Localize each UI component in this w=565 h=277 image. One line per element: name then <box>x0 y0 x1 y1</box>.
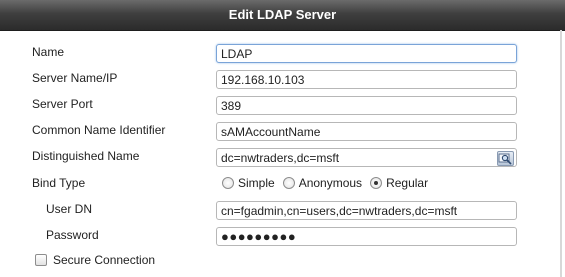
radio-simple-label: Simple <box>238 176 275 190</box>
cn-identifier-input[interactable] <box>216 122 517 141</box>
dn-label: Distinguished Name <box>32 149 140 163</box>
server-input[interactable] <box>216 70 517 89</box>
dn-input[interactable] <box>216 148 517 167</box>
radio-regular-label: Regular <box>386 176 429 190</box>
password-label: Password <box>46 228 99 242</box>
password-input[interactable] <box>216 227 517 246</box>
name-input[interactable] <box>216 44 517 63</box>
bind-type-regular[interactable]: Regular <box>370 176 428 190</box>
port-input[interactable] <box>216 96 517 115</box>
radio-simple[interactable] <box>222 177 234 189</box>
radio-anonymous-label: Anonymous <box>298 176 363 190</box>
port-label: Server Port <box>32 97 93 111</box>
dialog-titlebar: Edit LDAP Server <box>0 0 565 31</box>
user-dn-input[interactable] <box>216 201 517 220</box>
radio-regular[interactable] <box>370 177 383 189</box>
secure-connection-checkbox[interactable] <box>35 254 47 266</box>
bind-type-group: Simple Anonymous Regular <box>222 175 436 191</box>
browse-dn-button[interactable] <box>497 151 514 166</box>
search-browse-icon <box>498 153 512 165</box>
secure-connection-label: Secure Connection <box>53 253 156 267</box>
name-label: Name <box>32 45 65 59</box>
user-dn-label: User DN <box>46 202 93 216</box>
bind-type-anonymous[interactable]: Anonymous <box>282 176 363 190</box>
bind-type-simple[interactable]: Simple <box>222 176 275 190</box>
server-label: Server Name/IP <box>32 71 118 85</box>
secure-connection-option[interactable]: Secure Connection <box>35 253 155 267</box>
radio-anonymous[interactable] <box>282 177 295 189</box>
cn-identifier-label: Common Name Identifier <box>32 123 166 137</box>
dialog-title: Edit LDAP Server <box>228 7 337 22</box>
bind-type-label: Bind Type <box>32 176 86 190</box>
